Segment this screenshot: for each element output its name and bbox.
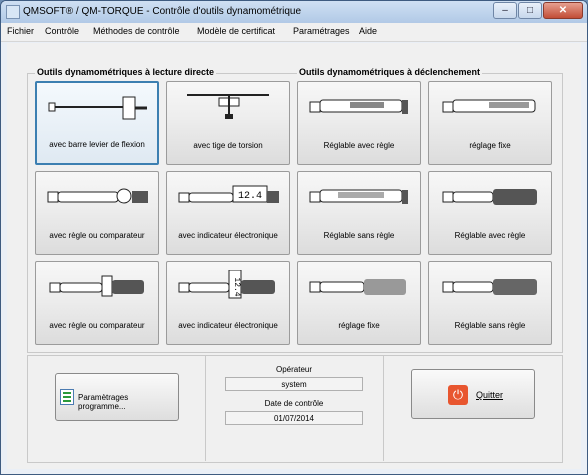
menu-bar: Fichier Contrôle Méthodes de contrôle Mo… bbox=[1, 23, 587, 42]
window-title: QMSOFT® / QM-TORQUE - Contrôle d'outils … bbox=[23, 6, 302, 17]
electronic-wrench-icon: 12.4 bbox=[178, 270, 275, 299]
electronic-wrench-icon: 12.4 bbox=[178, 185, 279, 203]
checklist-icon bbox=[60, 389, 74, 405]
group-title-direct: Outils dynamométriques à lecture directe bbox=[35, 67, 217, 77]
tile-label: réglage fixe bbox=[338, 321, 380, 330]
power-icon: ⏻ bbox=[448, 385, 468, 405]
beam-wrench-icon bbox=[48, 96, 147, 120]
dial-wrench-icon bbox=[47, 188, 148, 204]
dial-wrench-icon bbox=[49, 275, 144, 297]
torsion-wrench-icon bbox=[187, 94, 269, 119]
tile-label: avec règle ou comparateur bbox=[49, 321, 145, 330]
maximize-button[interactable]: □ bbox=[518, 2, 542, 19]
fixed-wrench-icon bbox=[309, 279, 406, 295]
close-button[interactable]: ✕ bbox=[543, 2, 583, 19]
tile-regle-comparateur-1[interactable]: avec règle ou comparateur bbox=[35, 171, 159, 255]
menu-parametrages[interactable]: Paramétrages bbox=[293, 26, 350, 36]
menu-aide[interactable]: Aide bbox=[359, 26, 377, 36]
divider bbox=[205, 355, 206, 461]
display-value: 12.4 bbox=[232, 277, 241, 296]
tile-reglable-avec-regle-2[interactable]: Réglable avec règle bbox=[428, 171, 552, 255]
tile-label: avec tige de torsion bbox=[193, 141, 263, 150]
tile-reglage-fixe-1[interactable]: réglage fixe bbox=[428, 81, 552, 165]
client-area: Outils dynamométriques à lecture directe… bbox=[7, 43, 581, 469]
menu-controle[interactable]: Contrôle bbox=[45, 26, 79, 36]
menu-modele-certificat[interactable]: Modèle de certificat bbox=[197, 26, 275, 36]
operator-field[interactable]: system bbox=[225, 377, 363, 391]
tile-label: Réglable avec règle bbox=[454, 231, 526, 240]
operator-label: Opérateur bbox=[275, 365, 313, 374]
divider bbox=[383, 355, 384, 461]
menu-methodes[interactable]: Méthodes de contrôle bbox=[93, 26, 180, 36]
date-field[interactable]: 01/07/2014 bbox=[225, 411, 363, 425]
tile-regle-comparateur-2[interactable]: avec règle ou comparateur bbox=[35, 261, 159, 345]
tile-label: avec indicateur électronique bbox=[178, 231, 278, 240]
app-icon bbox=[6, 5, 20, 19]
tile-indicateur-electronique-1[interactable]: 12.4 avec indicateur électronique bbox=[166, 171, 290, 255]
adjustable-wrench-icon bbox=[442, 279, 537, 295]
tile-label: Réglable sans règle bbox=[454, 321, 526, 330]
tile-label: avec barre levier de flexion bbox=[49, 140, 145, 149]
group-title-declench: Outils dynamométriques à déclenchement bbox=[297, 67, 483, 77]
minimize-button[interactable]: – bbox=[493, 2, 517, 19]
settings-button[interactable]: Paramètrages programme... bbox=[55, 373, 179, 421]
tile-reglable-sans-regle-2[interactable]: Réglable sans règle bbox=[428, 261, 552, 345]
tile-reglable-sans-regle-1[interactable]: Réglable sans règle bbox=[297, 171, 421, 255]
app-window: QMSOFT® / QM-TORQUE - Contrôle d'outils … bbox=[0, 0, 588, 475]
tile-reglable-avec-regle-1[interactable]: Réglable avec règle bbox=[297, 81, 421, 165]
tile-reglage-fixe-2[interactable]: réglage fixe bbox=[297, 261, 421, 345]
adjustable-wrench-icon bbox=[309, 99, 408, 114]
date-label: Date de contrôle bbox=[264, 399, 324, 408]
tile-label: Réglable avec règle bbox=[323, 141, 395, 150]
display-value: 12.4 bbox=[238, 191, 262, 202]
tile-label: Réglable sans règle bbox=[323, 231, 395, 240]
menu-fichier[interactable]: Fichier bbox=[7, 26, 34, 36]
tile-label: réglage fixe bbox=[469, 141, 511, 150]
adjustable-wrench-icon bbox=[442, 189, 537, 205]
settings-button-label: Paramètrages programme... bbox=[78, 393, 129, 411]
tile-barre-levier[interactable]: avec barre levier de flexion bbox=[35, 81, 159, 165]
adjustable-wrench-icon bbox=[309, 189, 408, 204]
title-bar[interactable]: QMSOFT® / QM-TORQUE - Contrôle d'outils … bbox=[1, 1, 587, 23]
tile-label: avec règle ou comparateur bbox=[49, 231, 145, 240]
tile-indicateur-electronique-2[interactable]: 12.4 avec indicateur électronique bbox=[166, 261, 290, 345]
fixed-wrench-icon bbox=[442, 99, 536, 113]
quit-button[interactable]: ⏻ Quitter bbox=[411, 369, 535, 419]
tile-tige-torsion[interactable]: avec tige de torsion bbox=[166, 81, 290, 165]
tile-label: avec indicateur électronique bbox=[178, 321, 278, 330]
quit-button-label: Quitter bbox=[476, 390, 504, 400]
